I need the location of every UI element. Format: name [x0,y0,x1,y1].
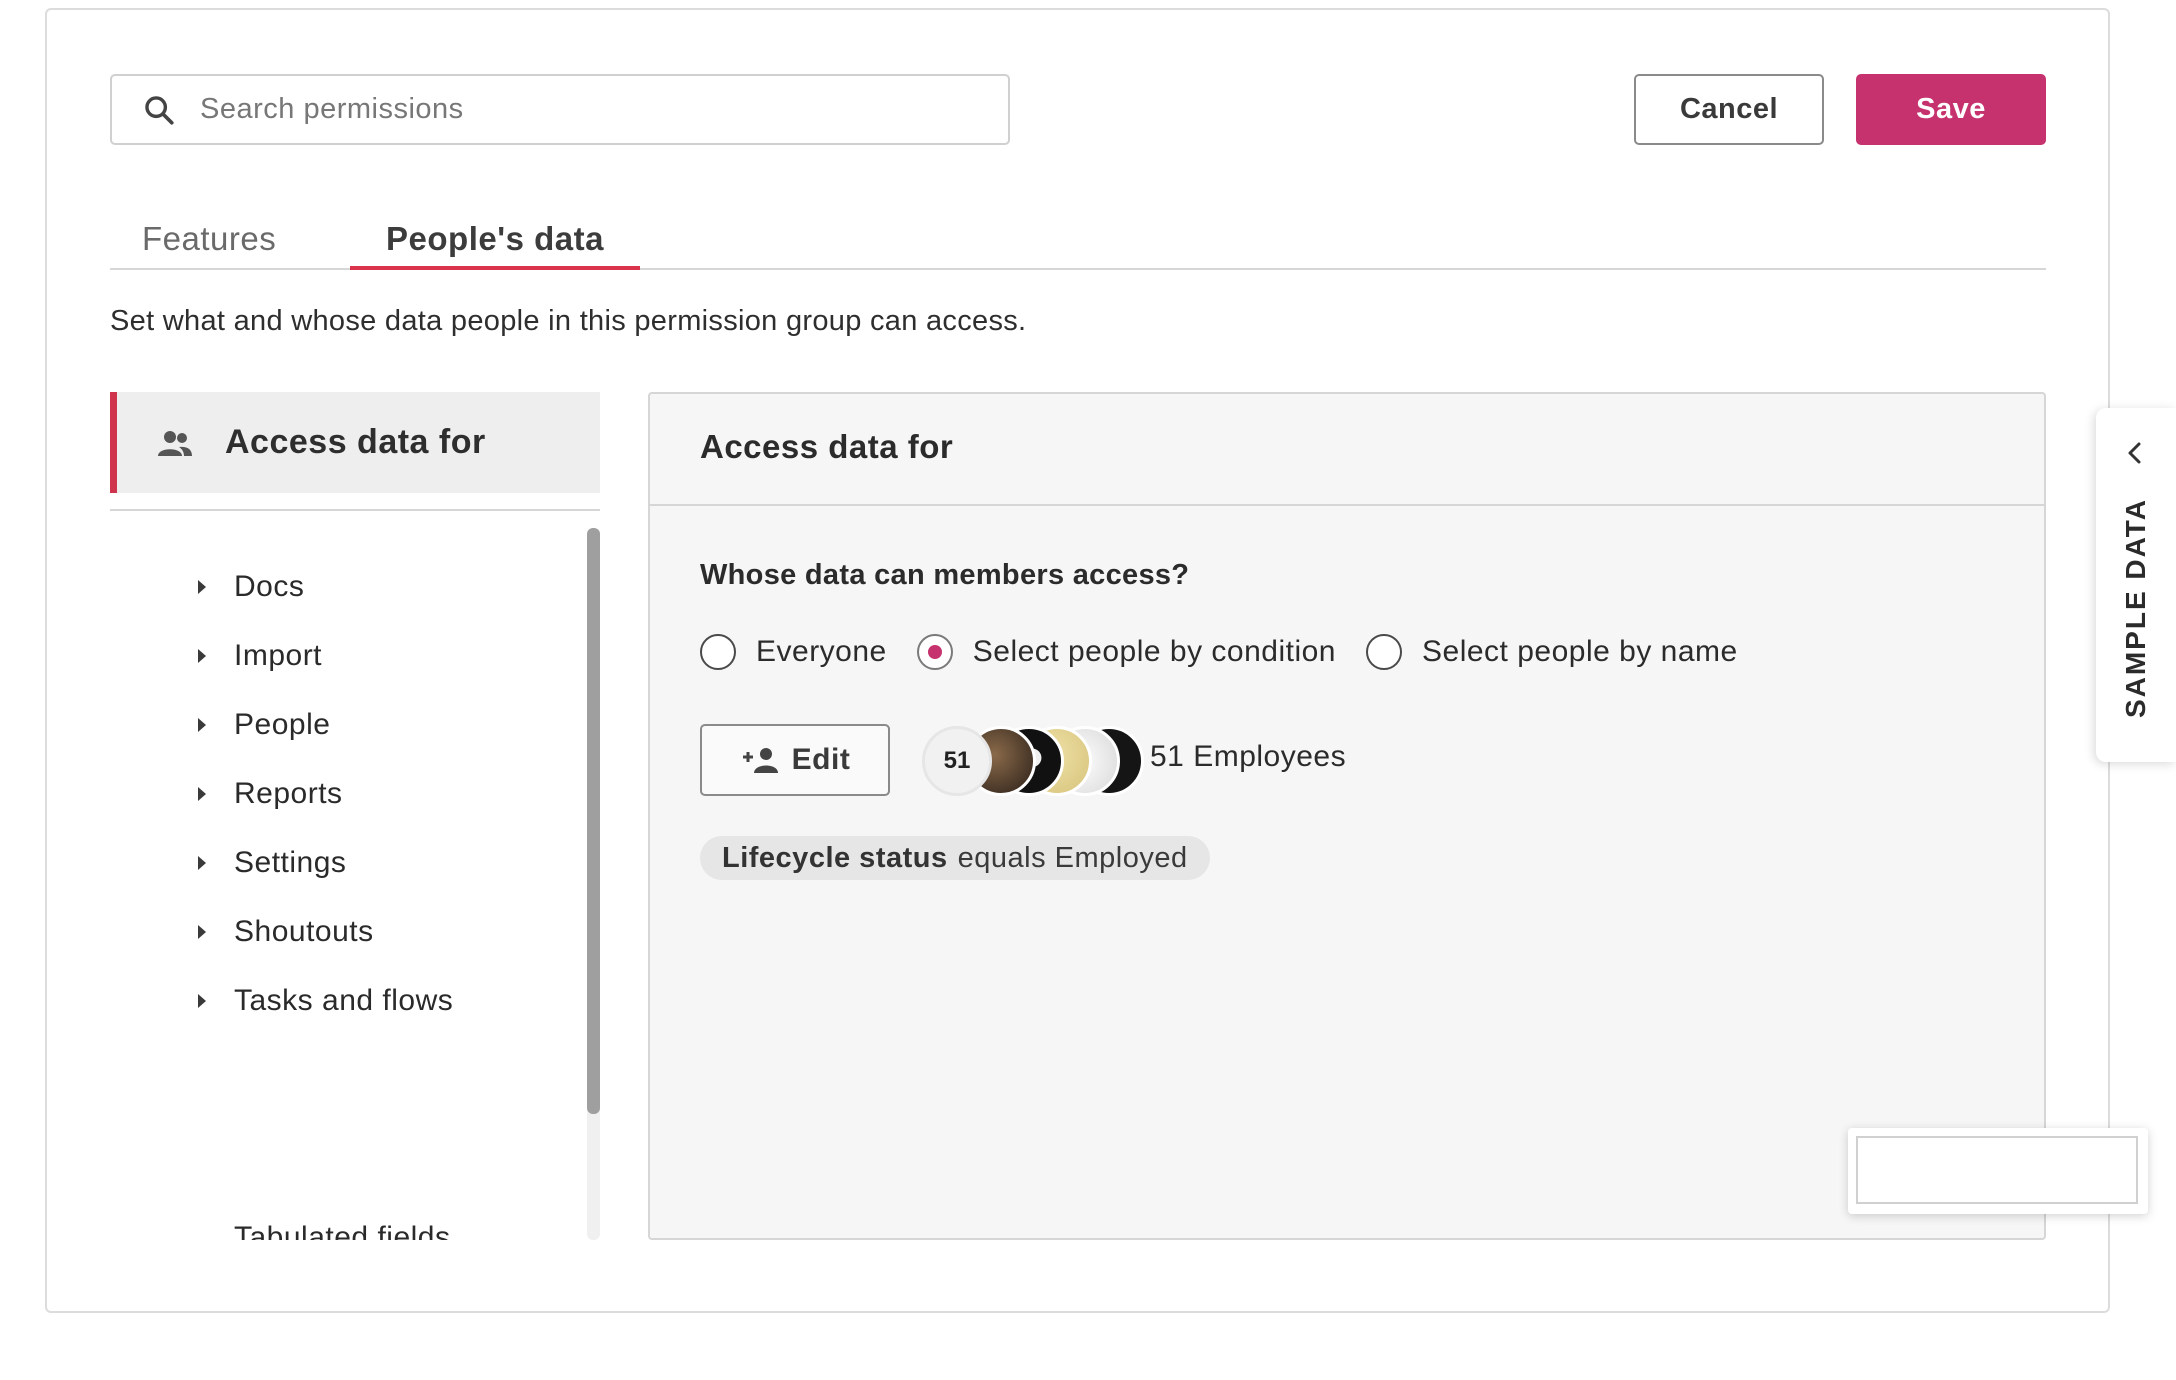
people-icon [158,430,192,456]
caret-right-icon [198,925,206,939]
condition-chip: Lifecycle status equals Employed [700,836,1210,880]
add-person-icon [742,748,778,773]
sidebar-item-label: Tasks and flows [234,984,454,1017]
sidebar-item-label: Docs [234,570,305,603]
search-field[interactable] [110,74,1010,145]
condition-rule: equals Employed [957,841,1188,874]
floating-popup [1848,1128,2148,1214]
sample-data-tab[interactable]: SAMPLE DATA [2096,408,2176,762]
sidebar-divider [110,509,600,511]
sidebar-item-label: Reports [234,777,343,810]
sidebar-item-people[interactable]: People [198,700,330,750]
sidebar-scrollbar-thumb[interactable] [587,528,600,1114]
employees-count: 51 Employees [1150,740,1347,773]
sidebar-item-shoutouts[interactable]: Shoutouts [198,907,374,957]
radio-label: Everyone [756,635,887,668]
tab-features[interactable]: Features [142,210,276,270]
search-icon [145,95,174,125]
radio-button[interactable] [1366,634,1402,670]
cancel-button[interactable]: Cancel [1634,74,1824,145]
radio-button-selected[interactable] [916,634,953,670]
sidebar-item-tabulated-fields[interactable]: Tabulated fields [198,1213,450,1240]
caret-right-icon [198,649,206,663]
caret-right-icon [198,580,206,594]
edit-button[interactable]: Edit [700,724,890,796]
sidebar-item-import[interactable]: Import [198,631,322,681]
sidebar-item-label: Settings [234,846,347,879]
sidebar-item-label: People [234,708,331,741]
sidebar-item-settings[interactable]: Settings [198,838,346,888]
page-description: Set what and whose data people in this p… [110,305,1027,337]
sample-data-label: SAMPLE DATA [2120,497,2151,719]
avatar-stack[interactable]: 51 [922,726,1144,796]
radio-select-by-condition[interactable]: Select people by condition [916,634,1336,670]
panel-title: Access data for [700,428,954,465]
search-input[interactable] [198,92,1002,127]
tab-peoples-data[interactable]: People's data [350,210,640,270]
radio-label: Select people by condition [972,635,1336,668]
sidebar-list[interactable]: Docs Import People Reports Settings Shou… [110,525,600,1240]
floating-popup-field[interactable] [1856,1136,2138,1204]
chevron-left-icon [2128,442,2141,464]
radio-everyone[interactable]: Everyone [700,634,887,670]
sidebar-item-docs[interactable]: Docs [198,562,304,612]
tab-bar: Features People's data [110,210,2046,270]
radio-button[interactable] [700,634,736,670]
save-button[interactable]: Save [1856,74,2046,145]
sidebar-item-label: Tabulated fields [234,1221,451,1240]
caret-right-icon [198,856,206,870]
access-radio-group: Everyone Select people by condition Sele… [700,630,1768,674]
sidebar-item-reports[interactable]: Reports [198,769,343,819]
sidebar-item-access-data-for[interactable]: Access data for [110,392,600,493]
sidebar-item-tasks-and-flows[interactable]: Tasks and flows [198,976,453,1026]
sidebar-header-label: Access data for [225,423,486,461]
sidebar-item-label: Import [234,639,323,672]
caret-right-icon [198,718,206,732]
radio-label: Select people by name [1422,635,1738,668]
access-data-panel: Access data for Whose data can members a… [648,392,2046,1240]
condition-field: Lifecycle status [722,841,948,874]
edit-label: Edit [791,743,851,776]
radio-select-by-name[interactable]: Select people by name [1366,634,1738,670]
sidebar-item-label: Shoutouts [234,915,374,948]
panel-header: Access data for [650,394,2044,506]
caret-right-icon [198,994,206,1008]
avatar-count-badge: 51 [922,726,992,796]
caret-right-icon [198,787,206,801]
access-question: Whose data can members access? [700,559,1190,591]
